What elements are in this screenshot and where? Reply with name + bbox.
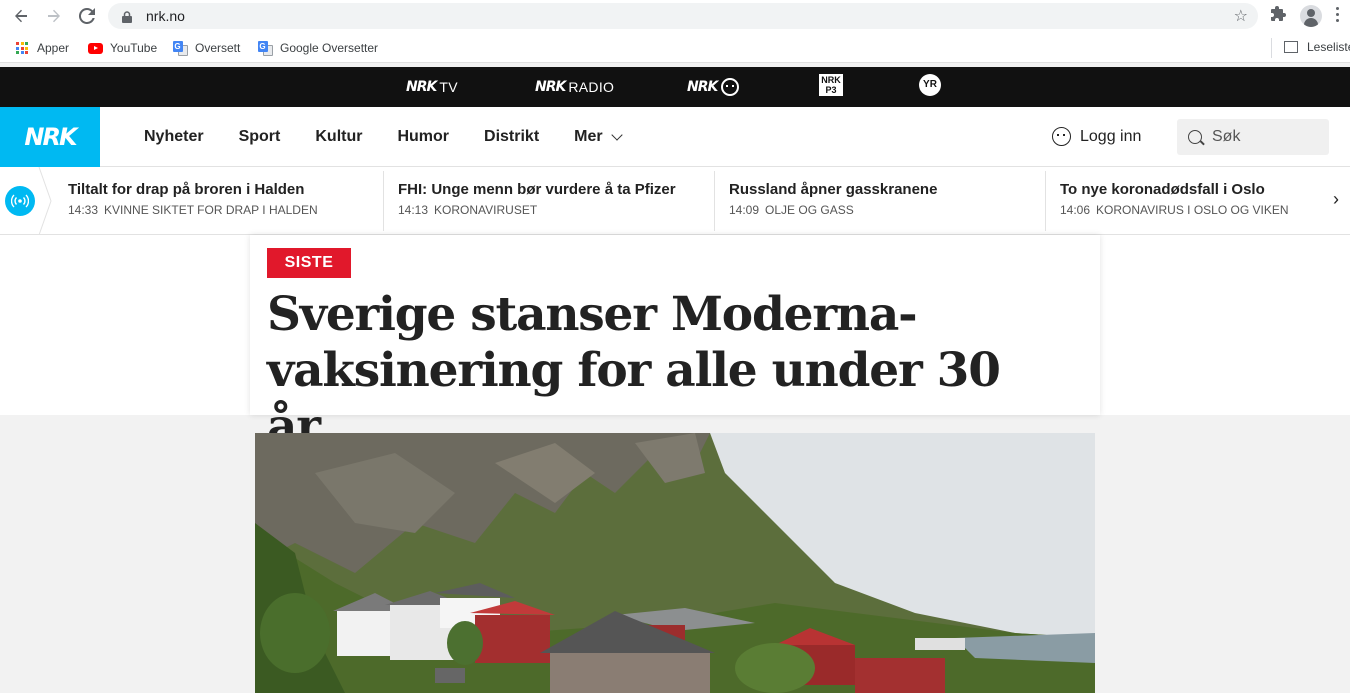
nrk-radio-link[interactable]: NRK RADIO — [535, 78, 614, 96]
live-broadcast-icon — [5, 186, 35, 216]
divider — [383, 171, 384, 231]
bookmark-apps[interactable]: Apper — [14, 40, 69, 56]
service-suffix: TV — [439, 79, 458, 95]
landscape-illustration — [255, 433, 1095, 693]
ticker-category: KORONAVIRUS I OSLO OG VIKEN — [1096, 203, 1289, 217]
siste-badge: SISTE — [267, 248, 351, 278]
address-bar[interactable]: nrk.no ☆ — [108, 3, 1258, 29]
ticker-item[interactable]: To nye koronadødsfall i Oslo 14:06 KORONA… — [1060, 181, 1320, 217]
nrk-service-bar: NRK TV NRK RADIO NRK NRK P3 YR — [0, 67, 1350, 107]
bookmark-label: YouTube — [110, 41, 158, 55]
nrk-super-link[interactable]: NRK — [687, 78, 740, 96]
nav-humor[interactable]: Humor — [397, 128, 449, 146]
ticker-time: 14:09 — [729, 203, 760, 217]
yr-link[interactable]: YR — [919, 74, 941, 96]
ticker-meta: 14:06 KORONAVIRUS I OSLO OG VIKEN — [1060, 203, 1320, 217]
nav-distrikt[interactable]: Distrikt — [484, 128, 539, 146]
p3-logo-icon: NRK P3 — [819, 74, 843, 96]
bookmark-oversett[interactable]: G Oversett — [172, 40, 240, 56]
bookmark-label: Google Oversetter — [280, 41, 379, 55]
bookmark-google-oversetter[interactable]: G Google Oversetter — [257, 40, 378, 56]
news-ticker: Tiltalt for drap på broren i Halden 14:3… — [0, 167, 1350, 235]
chevron-right-icon[interactable]: › — [1333, 189, 1339, 210]
headline-line: Sverige stanser Moderna- — [267, 287, 918, 342]
google-translate-icon: G — [172, 40, 188, 56]
bookmark-label: Apper — [37, 41, 70, 55]
nav-sport[interactable]: Sport — [239, 128, 281, 146]
service-suffix: RADIO — [568, 79, 615, 95]
profile-avatar-icon[interactable] — [1300, 5, 1322, 27]
browser-menu-icon[interactable] — [1336, 7, 1340, 25]
reading-list-button[interactable]: Leseliste — [1271, 38, 1350, 58]
ticker-category: OLJE OG GASS — [765, 203, 854, 217]
back-icon[interactable] — [10, 5, 32, 27]
divider — [1271, 38, 1272, 58]
ticker-headline: Tiltalt for drap på broren i Halden — [68, 181, 305, 198]
ticker-headline: Russland åpner gasskranene — [729, 181, 938, 198]
yr-logo-icon: YR — [919, 74, 941, 96]
ticker-meta: 14:13 KORONAVIRUSET — [398, 203, 718, 217]
ticker-time: 14:13 — [398, 203, 429, 217]
article-photo[interactable] — [255, 433, 1095, 693]
ticker-meta: 14:09 OLJE OG GASS — [729, 203, 1049, 217]
nrk-p3-link[interactable]: NRK P3 — [819, 74, 843, 96]
apps-grid-icon — [14, 40, 30, 56]
ticker-item[interactable]: FHI: Unge menn bør vurdere å ta Pfizer 1… — [398, 181, 718, 217]
live-indicator[interactable] — [0, 167, 52, 235]
nav-kultur[interactable]: Kultur — [315, 128, 362, 146]
bookmarks-bar: Apper YouTube G Oversett G Google Overse… — [0, 33, 1350, 63]
bookmark-label: Oversett — [195, 41, 241, 55]
ticker-category: KVINNE SIKTET FOR DRAP I HALDEN — [104, 203, 318, 217]
nrk-header: NRK Nyheter Sport Kultur Humor Distrikt … — [0, 107, 1350, 167]
ticker-item[interactable]: Russland åpner gasskranene 14:09 OLJE OG … — [729, 181, 1049, 217]
smiley-icon — [721, 78, 740, 96]
divider — [714, 171, 715, 231]
url-text: nrk.no — [146, 8, 185, 24]
nrk-logo-text: NRK — [687, 79, 718, 95]
browser-toolbar: nrk.no ☆ — [0, 0, 1350, 33]
ticker-meta: 14:33 KVINNE SIKTET FOR DRAP I HALDEN — [68, 203, 388, 217]
nav-mer-label: Mer — [574, 128, 603, 145]
bookmark-youtube[interactable]: YouTube — [87, 40, 157, 56]
bookmark-star-icon[interactable]: ☆ — [1234, 6, 1248, 26]
ticker-item[interactable]: Tiltalt for drap på broren i Halden 14:3… — [68, 181, 388, 217]
nav-nyheter[interactable]: Nyheter — [144, 128, 204, 146]
nrk-logo-text: NRK — [535, 79, 566, 95]
article-headline[interactable]: Sverige stanser Moderna- vaksinering for… — [267, 287, 1067, 455]
divider — [1045, 171, 1046, 231]
login-label: Logg inn — [1080, 127, 1142, 145]
login-button[interactable]: Logg inn — [1052, 127, 1141, 146]
article-hero-card[interactable]: SISTE Sverige stanser Moderna- vaksineri… — [250, 235, 1100, 454]
ticker-headline: To nye koronadødsfall i Oslo — [1060, 181, 1265, 198]
search-box[interactable] — [1177, 119, 1329, 155]
nrk-logo[interactable]: NRK — [0, 107, 100, 167]
nrk-logo-text: NRK — [406, 79, 437, 95]
lock-icon — [122, 10, 132, 23]
chevron-down-icon — [610, 128, 623, 141]
main-nav: Nyheter Sport Kultur Humor Distrikt Mer — [144, 107, 656, 167]
ticker-time: 14:06 — [1060, 203, 1091, 217]
google-translate-icon: G — [257, 40, 273, 56]
ticker-headline: FHI: Unge menn bør vurdere å ta Pfizer — [398, 181, 676, 198]
nrk-tv-link[interactable]: NRK TV — [406, 78, 458, 96]
reload-icon[interactable] — [76, 5, 98, 27]
search-input[interactable] — [1212, 128, 1322, 146]
reading-list-label: Leseliste — [1307, 40, 1350, 54]
youtube-icon — [87, 40, 103, 56]
nav-mer[interactable]: Mer — [574, 128, 623, 146]
reading-list-icon — [1284, 41, 1298, 53]
user-face-icon — [1052, 127, 1071, 146]
ticker-divider-arrow — [38, 167, 52, 235]
forward-icon[interactable] — [43, 5, 65, 27]
extensions-puzzle-icon[interactable] — [1271, 6, 1287, 26]
search-icon — [1188, 130, 1202, 144]
ticker-time: 14:33 — [68, 203, 99, 217]
ticker-category: KORONAVIRUSET — [434, 203, 538, 217]
